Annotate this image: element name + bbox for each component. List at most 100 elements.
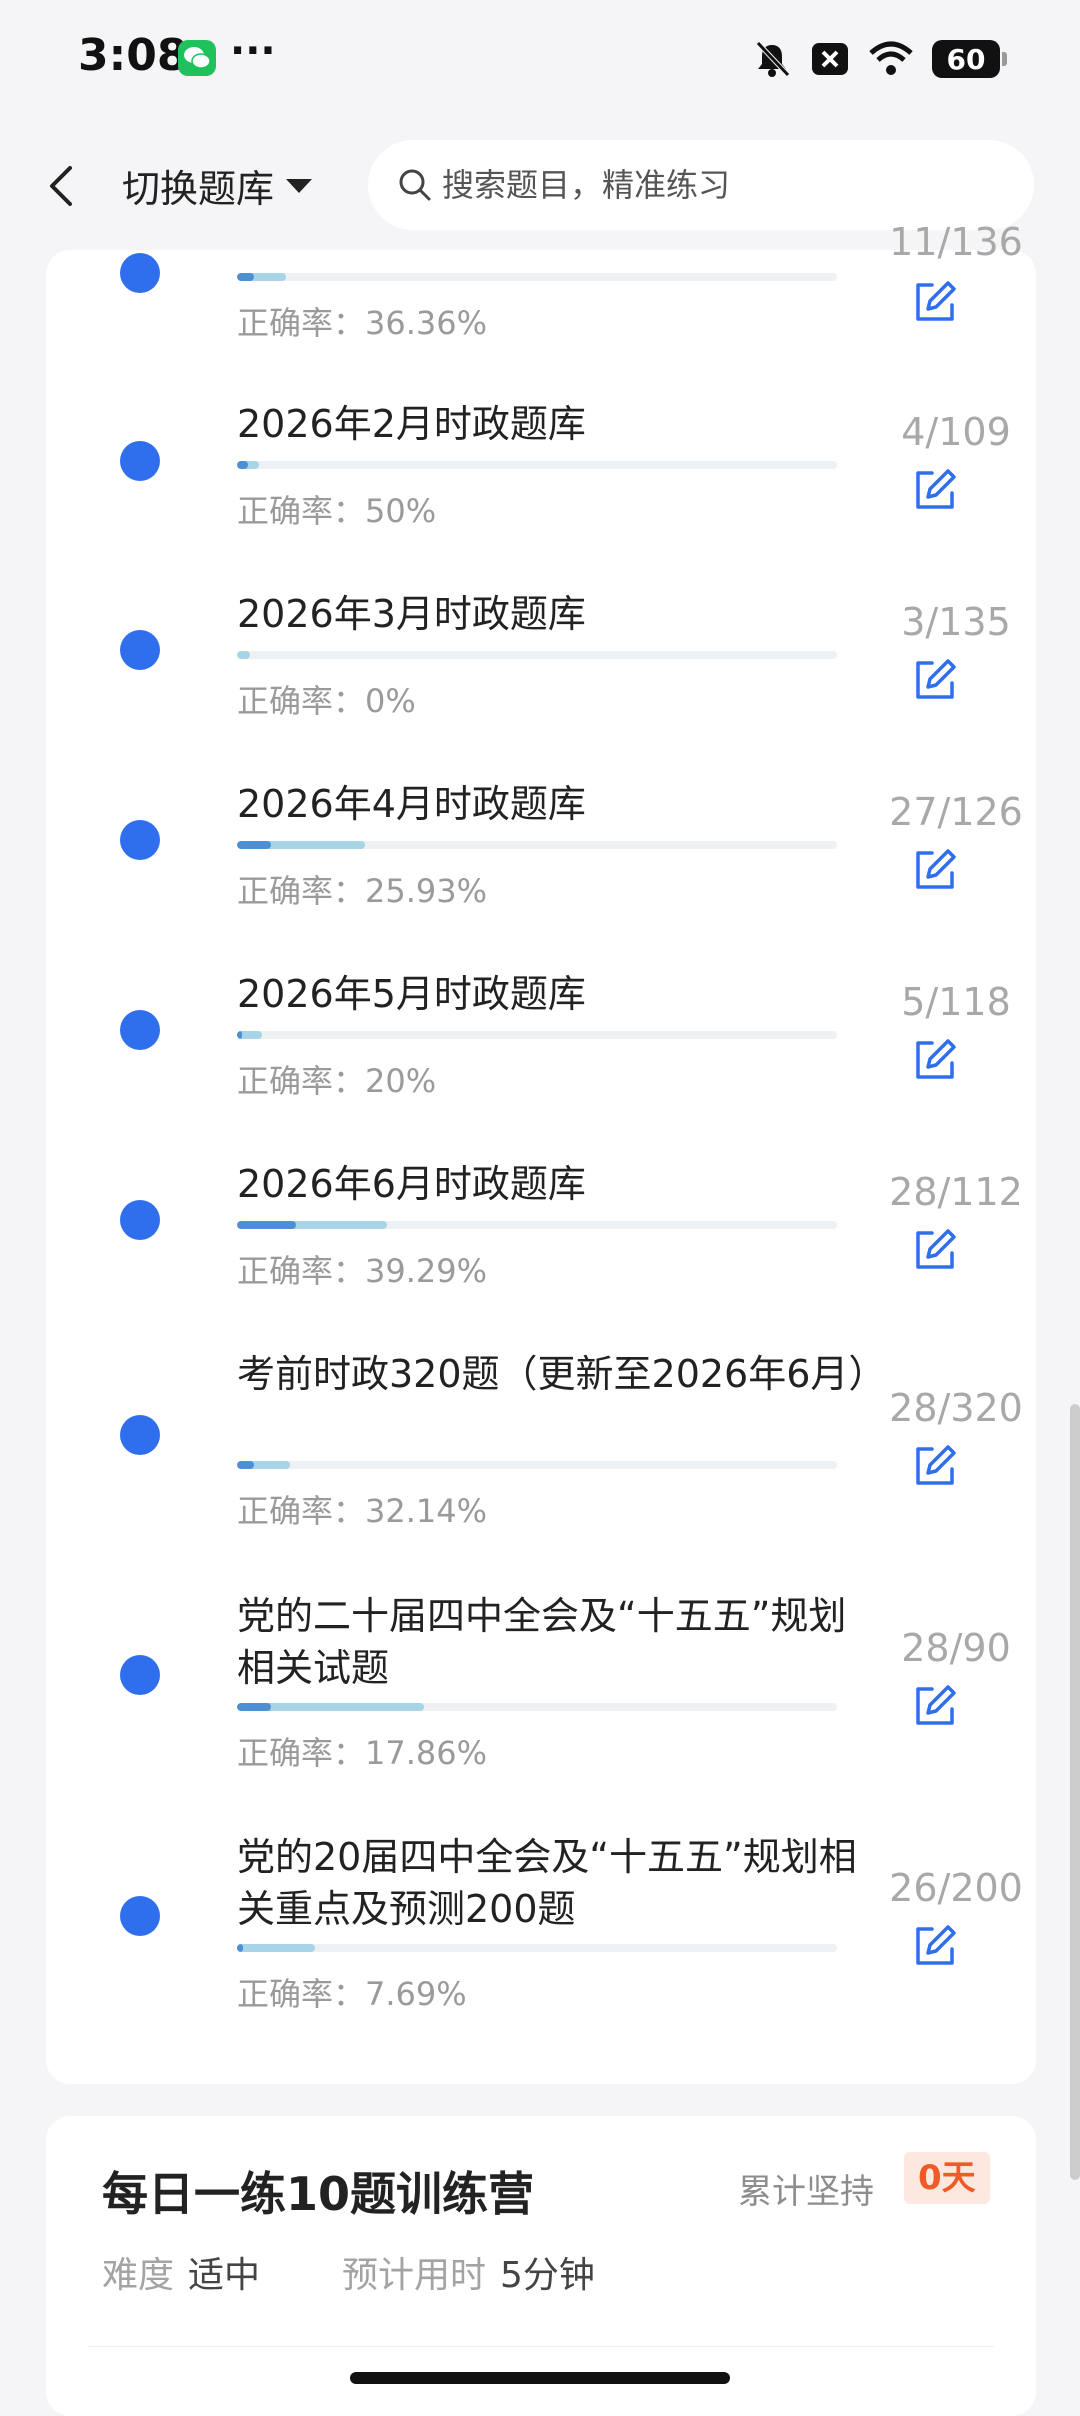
status-dot-icon [120,630,160,670]
correct-fill [237,1461,254,1469]
bank-title: 党的二十届四中全会及“十五五”规划相关试题 [237,1594,847,1690]
status-dot-icon [120,1655,160,1695]
progress-bar [237,273,837,281]
correct-fill [237,1221,296,1229]
persist-label: 累计坚持 [738,2172,874,2212]
accuracy-value: 7.69% [365,1975,467,2013]
battery-icon: 60 [932,40,1007,78]
more-notifications-icon: ··· [230,28,276,74]
status-dot-icon [120,1010,160,1050]
status-dot-icon [120,1896,160,1936]
switch-bank-dropdown[interactable]: 切换题库 [122,158,313,213]
answered-count: 27/126 [889,790,1023,834]
scrollbar[interactable] [1070,1404,1080,2180]
accuracy-label: 正确率： [237,872,366,910]
status-dot-icon [120,1200,160,1240]
edit-practice-icon[interactable] [912,847,958,893]
answered-count: 11/136 [889,220,1023,264]
edit-practice-icon[interactable] [912,1683,958,1729]
bank-title: 2026年4月时政题库 [237,782,586,826]
bank-title: 考前时政320题（更新至2026年6月） [237,1352,887,1396]
estimated-time-value: 5分钟 [500,2255,595,2296]
answered-count: 28/320 [889,1386,1023,1430]
estimated-time-info: 预计用时 5分钟 [342,2246,595,2298]
back-icon[interactable] [40,162,84,210]
switch-bank-label: 切换题库 [122,167,275,211]
accuracy-text: 正确率：39.29% [237,1246,487,1292]
accuracy-label: 正确率： [237,1975,366,2013]
search-icon [399,169,431,201]
accuracy-value: 0% [365,682,416,720]
progress-bar [237,1461,837,1469]
daily-camp-card[interactable]: 每日一练10题训练营 累计坚持 0天 难度 适中 预计用时 5分钟 [46,2116,1036,2416]
mute-bell-icon [756,41,790,77]
question-bank-card: 正确率：36.36% 11/136 2026年2月时政题库 正确率：50% 4/109 2… [46,220,1036,2084]
status-bar: 3:08 ··· 60 [0,0,1080,120]
accuracy-label: 正确率： [237,1734,366,1772]
accuracy-label: 正确率： [237,304,366,342]
accuracy-text: 正确率：7.69% [237,1969,467,2015]
accuracy-label: 正确率： [237,1062,366,1100]
search-bar[interactable] [368,140,1034,230]
bank-title: 党的20届四中全会及“十五五”规划相关重点及预测200题 [237,1835,857,1931]
progress-bar [237,1703,837,1711]
home-indicator[interactable] [350,2372,730,2384]
accuracy-text: 正确率：20% [237,1056,436,1102]
accuracy-value: 32.14% [365,1492,488,1530]
accuracy-text: 正确率：25.93% [237,866,487,912]
correct-fill [237,1031,242,1039]
edit-practice-icon[interactable] [912,467,958,513]
progress-bar [237,1221,837,1229]
edit-practice-icon[interactable] [912,1443,958,1489]
accuracy-text: 正确率：50% [237,486,436,532]
accuracy-value: 36.36% [365,304,488,342]
correct-fill [237,1703,271,1711]
edit-practice-icon[interactable] [912,1227,958,1273]
accuracy-value: 17.86% [365,1734,488,1772]
status-time: 3:08 [78,30,188,81]
edit-practice-icon[interactable] [912,279,958,325]
search-input[interactable] [440,165,1004,205]
correct-fill [237,273,255,281]
accuracy-value: 20% [365,1062,437,1100]
camp-title: 每日一练10题训练营 [102,2167,535,2221]
progress-bar [237,651,837,659]
accuracy-text: 正确率：0% [237,676,416,722]
accuracy-text: 正确率：36.36% [237,298,487,344]
wifi-icon [869,41,913,75]
caret-down-icon [286,178,313,193]
answered-count: 28/90 [901,1626,1011,1670]
accuracy-label: 正确率： [237,1492,366,1530]
estimated-time-label: 预计用时 [342,2255,487,2296]
progress-fill [237,651,251,659]
answered-count: 5/118 [901,980,1011,1024]
correct-fill [237,1944,243,1952]
divider [88,2346,994,2347]
answered-count: 4/109 [901,410,1011,454]
status-dot-icon [120,820,160,860]
answered-count: 28/112 [889,1170,1023,1214]
accuracy-label: 正确率： [237,1252,366,1290]
bank-title: 2026年6月时政题库 [237,1162,586,1206]
bank-title: 2026年5月时政题库 [237,972,586,1016]
progress-bar [237,1944,837,1952]
progress-bar [237,841,837,849]
difficulty-info: 难度 适中 [102,2246,260,2298]
persist-days-badge: 0天 [904,2152,990,2204]
accuracy-label: 正确率： [237,682,366,720]
correct-fill [237,841,271,849]
answered-count: 26/200 [889,1866,1023,1910]
close-box-icon [812,43,848,75]
accuracy-value: 39.29% [365,1252,488,1290]
status-dot-icon [120,441,160,481]
accuracy-value: 50% [365,492,437,530]
correct-fill [237,461,248,469]
edit-practice-icon[interactable] [912,1923,958,1969]
difficulty-value: 适中 [188,2255,261,2296]
wechat-icon [178,40,216,76]
progress-bar [237,461,837,469]
status-dot-icon [120,253,160,293]
edit-practice-icon[interactable] [912,1037,958,1083]
progress-bar [237,1031,837,1039]
edit-practice-icon[interactable] [912,657,958,703]
